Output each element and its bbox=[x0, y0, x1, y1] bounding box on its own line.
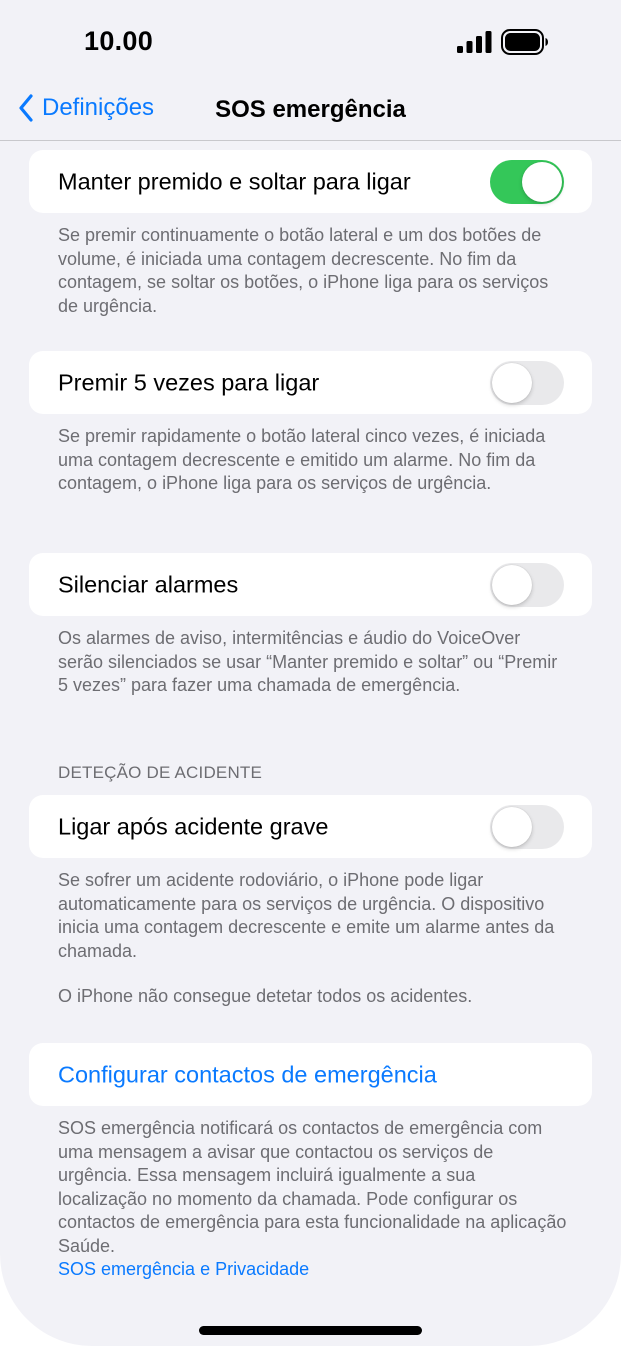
row-footer-text: Os alarmes de aviso, intermitências e áu… bbox=[58, 628, 558, 695]
battery-icon bbox=[501, 29, 548, 55]
status-bar: 10.00 bbox=[0, 0, 621, 80]
row-footer-note: O iPhone não consegue detetar todos os a… bbox=[58, 986, 473, 1006]
status-time: 10.00 bbox=[84, 26, 154, 56]
privacy-link[interactable]: SOS emergência e Privacidade bbox=[58, 1258, 568, 1282]
dynamic-island bbox=[218, 14, 398, 70]
contacts-footer: SOS emergência notificará os contactos d… bbox=[58, 1117, 568, 1282]
toggle-switch[interactable] bbox=[490, 360, 564, 405]
row-footer-text: Se premir rapidamente o botão lateral ci… bbox=[58, 426, 546, 493]
toggle-knob bbox=[492, 564, 532, 605]
toggle-knob bbox=[492, 806, 532, 847]
settings-row-hold-release: Manter premido e soltar para ligar bbox=[29, 150, 592, 213]
contacts-footer-text: SOS emergência notificará os contactos d… bbox=[58, 1118, 567, 1256]
toggle-knob bbox=[522, 161, 562, 202]
settings-row-crash-detection: Ligar após acidente grave bbox=[29, 795, 592, 858]
row-label: Ligar após acidente grave bbox=[58, 813, 329, 839]
row-label: Premir 5 vezes para ligar bbox=[58, 369, 320, 395]
toggle-switch[interactable] bbox=[490, 562, 564, 607]
toggle-switch[interactable] bbox=[490, 804, 564, 849]
settings-row-silence-alarms: Silenciar alarmes bbox=[29, 553, 592, 616]
setup-emergency-contacts-link[interactable]: Configurar contactos de emergência bbox=[58, 1061, 437, 1088]
page-title: SOS emergência bbox=[215, 96, 406, 123]
toggle-knob bbox=[492, 362, 532, 403]
section-header-crash-detection: DETEÇÃO DE ACIDENTE bbox=[58, 763, 263, 782]
row-footer-text: Se premir continuamente o botão lateral … bbox=[58, 225, 549, 316]
navigation-bar: Definições SOS emergência bbox=[0, 80, 621, 141]
row-label: Manter premido e soltar para ligar bbox=[58, 168, 411, 194]
home-indicator bbox=[199, 1326, 422, 1335]
row-footer-text: Se sofrer um acidente rodoviário, o iPho… bbox=[58, 870, 555, 961]
settings-row-press-5-times: Premir 5 vezes para ligar bbox=[29, 351, 592, 414]
phone-screen: 10.00 Definições SOS emergência Manter p… bbox=[0, 0, 621, 1346]
row-label: Silenciar alarmes bbox=[58, 571, 239, 597]
setup-emergency-contacts-row[interactable]: Configurar contactos de emergência bbox=[29, 1043, 592, 1106]
cellular-signal-icon bbox=[457, 31, 492, 53]
toggle-switch[interactable] bbox=[490, 159, 564, 204]
